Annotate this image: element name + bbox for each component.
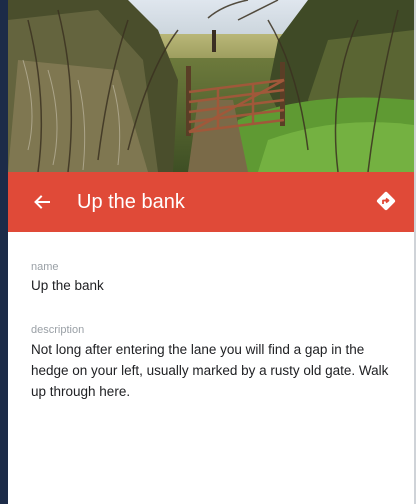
page-title: Up the bank bbox=[77, 191, 185, 213]
details-panel: name Up the bank description Not long af… bbox=[8, 232, 414, 504]
app-bar: Up the bank bbox=[8, 172, 414, 232]
left-window-edge bbox=[0, 0, 8, 504]
directions-icon bbox=[376, 191, 396, 211]
name-label: name bbox=[31, 261, 59, 273]
arrow-back-icon bbox=[34, 195, 50, 209]
app-screen: Up the bank name Up the bank description… bbox=[0, 0, 416, 504]
directions-button[interactable] bbox=[372, 187, 400, 215]
description-label: description bbox=[31, 324, 85, 336]
header-photo bbox=[8, 0, 414, 172]
description-value: Not long after entering the lane you wil… bbox=[31, 342, 389, 399]
back-button[interactable] bbox=[28, 188, 56, 216]
name-value: Up the bank bbox=[31, 278, 104, 293]
gate-photo-illustration bbox=[8, 0, 414, 172]
